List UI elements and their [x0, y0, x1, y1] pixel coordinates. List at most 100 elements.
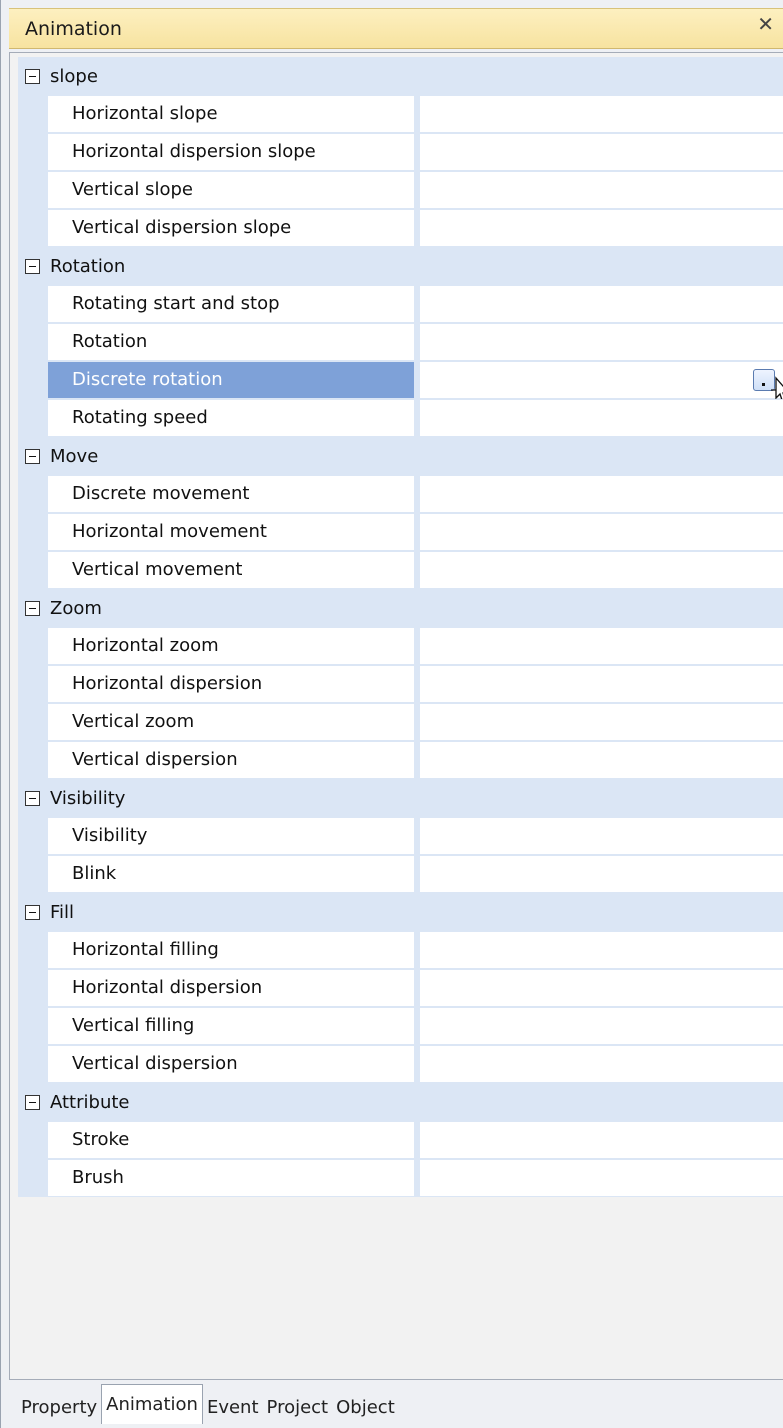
property-value[interactable] [420, 818, 783, 854]
collapse-icon[interactable] [25, 600, 40, 616]
category-label: Visibility [50, 787, 126, 809]
property-row-vertical-dispersion-slope[interactable]: Vertical dispersion slope [48, 209, 783, 247]
property-value[interactable] [420, 172, 783, 208]
property-name[interactable]: Rotating start and stop [48, 286, 414, 322]
property-name[interactable]: Horizontal zoom [48, 628, 414, 664]
category-slope[interactable]: slope [18, 57, 783, 95]
property-value[interactable] [420, 96, 783, 132]
property-row-rotation[interactable]: Rotation [48, 323, 783, 361]
property-row-discrete-rotation[interactable]: Discrete rotation [48, 361, 783, 404]
property-value[interactable] [420, 362, 783, 404]
property-name[interactable]: Vertical slope [48, 172, 414, 208]
category-label: Move [50, 445, 99, 467]
collapse-icon[interactable] [25, 68, 40, 84]
collapse-icon[interactable] [25, 1094, 40, 1110]
property-row-horizontal-slope[interactable]: Horizontal slope [48, 95, 783, 133]
property-row-discrete-movement[interactable]: Discrete movement [48, 475, 783, 513]
property-name[interactable]: Rotating speed [48, 400, 414, 436]
property-value[interactable] [420, 552, 783, 588]
panel-title: Animation [25, 18, 122, 40]
property-row-horizontal-zoom[interactable]: Horizontal zoom [48, 627, 783, 665]
property-value[interactable] [420, 1122, 783, 1158]
property-value[interactable] [420, 1008, 783, 1044]
property-name[interactable]: Horizontal movement [48, 514, 414, 550]
property-name[interactable]: Visibility [48, 818, 414, 854]
property-grid-body: slope Horizontal slope Horizontal dispersi… [18, 57, 783, 1197]
property-name[interactable]: Vertical zoom [48, 704, 414, 740]
category-move[interactable]: Move [18, 437, 783, 475]
tab-object[interactable]: Object [332, 1390, 399, 1426]
property-value[interactable] [420, 856, 783, 892]
category-visibility[interactable]: Visibility [18, 779, 783, 817]
tab-property[interactable]: Property [17, 1390, 101, 1426]
category-label: Fill [50, 901, 75, 923]
property-name[interactable]: Horizontal dispersion slope [48, 134, 414, 170]
property-value[interactable] [420, 286, 783, 322]
property-value[interactable] [420, 400, 783, 436]
collapse-icon[interactable] [25, 258, 40, 274]
property-name[interactable]: Vertical movement [48, 552, 414, 588]
property-row-brush[interactable]: Brush [48, 1159, 783, 1197]
property-name[interactable]: Vertical dispersion [48, 1046, 414, 1082]
property-name[interactable]: Horizontal dispersion [48, 970, 414, 1006]
property-name[interactable]: Vertical dispersion [48, 742, 414, 778]
property-name[interactable]: Brush [48, 1160, 414, 1196]
category-attribute[interactable]: Attribute [18, 1083, 783, 1121]
property-row-horizontal-dispersion-slope[interactable]: Horizontal dispersion slope [48, 133, 783, 171]
property-value[interactable] [420, 1160, 783, 1196]
property-value[interactable] [420, 476, 783, 512]
collapse-icon[interactable] [25, 904, 40, 920]
panel-titlebar: Animation ✕ [9, 8, 783, 49]
tab-event[interactable]: Event [203, 1390, 263, 1426]
property-value[interactable] [420, 704, 783, 740]
property-row-vertical-dispersion[interactable]: Vertical dispersion [48, 741, 783, 779]
property-value[interactable] [420, 666, 783, 702]
category-rotation[interactable]: Rotation [18, 247, 783, 285]
property-row-horizontal-dispersion[interactable]: Horizontal dispersion [48, 665, 783, 703]
property-name[interactable]: Horizontal slope [48, 96, 414, 132]
category-label: Zoom [50, 597, 102, 619]
property-name[interactable]: Horizontal filling [48, 932, 414, 968]
tab-project[interactable]: Project [263, 1390, 333, 1426]
property-value[interactable] [420, 628, 783, 664]
property-grid: slope Horizontal slope Horizontal dispersi… [9, 52, 783, 1380]
property-row-stroke[interactable]: Stroke [48, 1121, 783, 1159]
property-value[interactable] [420, 1046, 783, 1082]
property-name[interactable]: Rotation [48, 324, 414, 360]
collapse-icon[interactable] [25, 448, 40, 464]
property-row-vertical-movement[interactable]: Vertical movement [48, 551, 783, 589]
property-name[interactable]: Discrete movement [48, 476, 414, 512]
property-row-horizontal-dispersion[interactable]: Horizontal dispersion [48, 969, 783, 1007]
property-name[interactable]: Discrete rotation [48, 362, 414, 398]
close-icon[interactable]: ✕ [757, 12, 774, 36]
property-row-vertical-filling[interactable]: Vertical filling [48, 1007, 783, 1045]
property-value[interactable] [420, 970, 783, 1006]
property-name[interactable]: Vertical dispersion slope [48, 210, 414, 246]
property-row-rotating-start-and-stop[interactable]: Rotating start and stop [48, 285, 783, 323]
property-row-horizontal-filling[interactable]: Horizontal filling [48, 931, 783, 969]
property-row-rotating-speed[interactable]: Rotating speed [48, 399, 783, 437]
category-fill[interactable]: Fill [18, 893, 783, 931]
category-zoom[interactable]: Zoom [18, 589, 783, 627]
bottom-tab-strip: Property Animation Event Project Object [17, 1384, 399, 1426]
property-value[interactable] [420, 134, 783, 170]
property-row-vertical-zoom[interactable]: Vertical zoom [48, 703, 783, 741]
property-value[interactable] [420, 932, 783, 968]
property-name[interactable]: Stroke [48, 1122, 414, 1158]
property-value[interactable] [420, 514, 783, 550]
property-row-blink[interactable]: Blink [48, 855, 783, 893]
property-row-horizontal-movement[interactable]: Horizontal movement [48, 513, 783, 551]
category-label: slope [50, 65, 98, 87]
property-row-vertical-dispersion[interactable]: Vertical dispersion [48, 1045, 783, 1083]
property-name[interactable]: Blink [48, 856, 414, 892]
property-name[interactable]: Vertical filling [48, 1008, 414, 1044]
category-label: Attribute [50, 1091, 130, 1113]
property-row-visibility[interactable]: Visibility [48, 817, 783, 855]
tab-animation[interactable]: Animation [101, 1384, 203, 1424]
property-value[interactable] [420, 742, 783, 778]
collapse-icon[interactable] [25, 790, 40, 806]
property-value[interactable] [420, 324, 783, 360]
property-row-vertical-slope[interactable]: Vertical slope [48, 171, 783, 209]
property-name[interactable]: Horizontal dispersion [48, 666, 414, 702]
property-value[interactable] [420, 210, 783, 246]
